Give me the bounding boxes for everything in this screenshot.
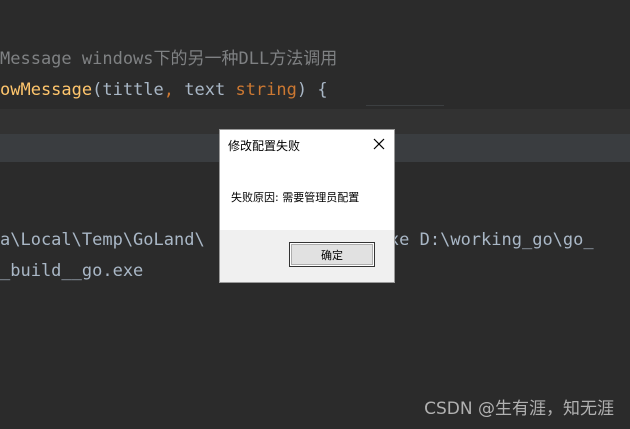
dialog-footer: 确定 <box>220 230 394 282</box>
error-dialog: 修改配置失败 失败原因: 需要管理员配置 确定 <box>219 129 395 283</box>
function-close: ) { <box>296 80 328 100</box>
code-comment-line: Message windows下的另一种DLL方法调用 <box>0 49 338 69</box>
dialog-titlebar: 修改配置失败 <box>220 130 394 160</box>
close-icon <box>373 138 385 150</box>
watermark: CSDN @生有涯，知无涯 <box>424 399 614 419</box>
run-output-line-2: _build__go.exe <box>0 261 144 281</box>
function-params-open: (tittle <box>92 80 164 100</box>
inline-hint-underline <box>366 105 444 109</box>
param-comma: , <box>163 80 175 100</box>
ok-button[interactable]: 确定 <box>289 242 375 267</box>
function-name: owMessage <box>0 80 93 100</box>
ide-editor-background: Message windows下的另一种DLL方法调用 owMessage(ti… <box>0 0 630 429</box>
dialog-message: 失败原因: 需要管理员配置 <box>231 191 360 204</box>
dialog-title: 修改配置失败 <box>228 139 301 153</box>
param-type: string <box>235 80 297 100</box>
code-function-signature: owMessage(tittle, text string) { <box>0 79 328 101</box>
close-button[interactable] <box>370 135 388 153</box>
param-text: text <box>174 80 236 100</box>
